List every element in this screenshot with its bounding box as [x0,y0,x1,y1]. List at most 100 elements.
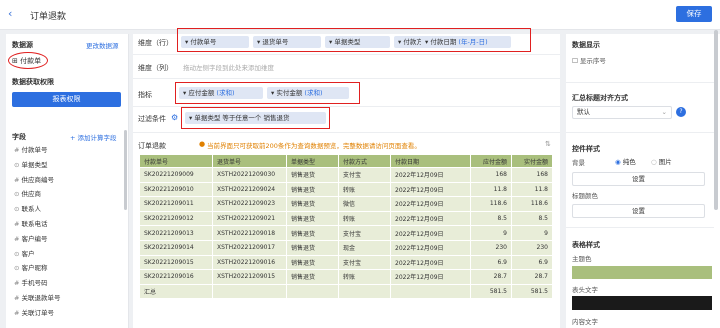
table-cell: 2022年12月09日 [390,181,471,198]
table-cell: XSTH20221209016 [212,254,287,271]
table-cell: 现金 [338,239,391,256]
help-icon[interactable]: ? [676,107,686,117]
column-header[interactable]: 退货单号 [212,154,287,168]
field-item[interactable]: ⊙ 供应商 [14,188,41,198]
align-section-title: 汇总标题对齐方式 [572,94,628,102]
divider [566,132,714,133]
column-header[interactable]: 单据类型 [286,154,339,168]
left-panel: 数据源 更改数据源 ⊞ 付款单 数据获取权限 报表权限 字段 + 添加计算字段 … [6,34,129,328]
field-item[interactable]: # 关联订单号 [14,307,54,317]
sort-icon[interactable]: ⇅ [545,140,551,148]
table-cell: 168 [511,167,553,183]
field-item[interactable]: # 客户编号 [14,233,48,243]
divider [133,132,560,133]
highlight-rect-metrics [175,82,360,104]
table-cell: 支付宝 [338,167,391,183]
table-body: SK20221209009 XSTH20221209030 销售退货 支付宝 2022年… [139,167,553,300]
header-text-color-swatch[interactable] [572,296,712,310]
field-type-icon: ⊙ [14,190,22,199]
table-cell: 2022年12月09日 [390,254,471,271]
field-type-icon: # [14,234,22,243]
table-cell: 销售退货 [286,196,339,212]
radio-image[interactable]: ○ 图片 [651,156,672,166]
table-style-title: 表格样式 [572,241,600,249]
field-item[interactable]: # 手机号码 [14,277,48,287]
total-row: 汇总 581.5 581.5 [139,283,553,300]
field-item[interactable]: ⊙ 联系人 [14,203,41,213]
table-cell: 2022年12月09日 [390,269,471,285]
column-dropzone[interactable]: 拖动左侧字段到此处来添加维度 [183,62,274,72]
add-calc-field-label: 添加计算字段 [77,134,117,142]
header-text-label: 表头文字 [572,286,598,294]
total-label: 汇总 [139,283,213,300]
divider [566,82,714,83]
radio-solid[interactable]: ◉ 纯色 [615,156,636,166]
field-type-icon: ⊙ [14,205,22,214]
report-title: 订单退款 [138,142,166,150]
field-item-label: 联系人 [21,205,42,214]
table-cell: 销售退货 [286,210,339,227]
save-button[interactable]: 保存 [676,6,712,22]
table-cell: XSTH20221209021 [212,210,287,227]
table-row: SK20221209009 XSTH20221209030 销售退货 支付宝 2022年… [139,167,553,183]
table-cell: 支付宝 [338,254,391,271]
left-scrollbar[interactable] [124,130,127,210]
table-cell: 11.8 [470,181,512,198]
field-item[interactable]: # 联系电话 [14,218,48,228]
field-item-label: 客户 [21,249,35,258]
display-section-title: 数据显示 [572,41,600,49]
column-header[interactable]: 付款日期 [390,154,471,168]
change-datasource-link[interactable]: 更改数据源 [86,40,119,50]
table-cell: 118.6 [470,196,512,212]
table-row: SK20221209015 XSTH20221209016 销售退货 支付宝 2022年… [139,254,553,271]
report-permission-button[interactable]: 报表权限 [12,92,121,107]
table-cell: 118.6 [511,196,553,212]
table-cell: 2022年12月09日 [390,210,471,227]
table-cell: XSTH20221209017 [212,239,287,256]
table-row: SK20221209013 XSTH20221209018 销售退货 支付宝 2022年… [139,225,553,241]
column-header[interactable]: 应付金额 [470,154,512,168]
field-item-label: 关联订单号 [21,308,55,317]
show-index-checkbox[interactable]: ☐ 显示序号 [572,55,606,65]
back-arrow-icon[interactable]: ‹ [8,7,12,20]
field-item[interactable]: # 关联退款单号 [14,292,61,302]
table-cell: 9 [511,225,553,241]
table-cell [212,283,287,300]
table-cell: SK20221209012 [139,210,213,227]
table-cell: 销售退货 [286,254,339,271]
divider [566,227,714,228]
field-item[interactable]: ⊙ 单据类型 [14,159,48,169]
table-row: SK20221209010 XSTH20221209024 销售退货 转账 2022年1… [139,181,553,198]
field-item[interactable]: ⊙ 客户昵称 [14,262,48,272]
gear-icon[interactable]: ⚙ [171,113,178,122]
table-cell: 2022年12月09日 [390,239,471,256]
table-cell: 销售退货 [286,167,339,183]
field-item[interactable]: # 付款单号 [14,144,48,154]
field-item-label: 联系电话 [21,220,48,228]
right-scrollbar[interactable] [714,30,718,210]
page-title: 订单退款 [30,12,67,22]
column-header[interactable]: 付款方式 [338,154,391,168]
theme-color-swatch[interactable] [572,266,712,279]
filter-row-label: 过滤条件 [138,115,166,123]
control-style-title: 控件样式 [572,145,600,153]
field-item[interactable]: # 供应商编号 [14,174,54,184]
title-color-settings-button[interactable]: 设置 [572,204,705,218]
table-cell: XSTH20221209024 [212,181,287,198]
bg-settings-button[interactable]: 设置 [572,172,705,186]
column-header[interactable]: 付款单号 [139,154,213,168]
table-cell: 转账 [338,210,391,227]
add-calc-field-link[interactable]: + 添加计算字段 [70,132,117,142]
highlight-rect-dims [177,28,531,52]
align-select[interactable]: 默认 ⌄ [572,106,672,119]
column-header[interactable]: 实付金额 [511,154,553,168]
table-cell: 销售退货 [286,181,339,198]
table-cell: 销售退货 [286,239,339,256]
highlight-rect-filter [181,107,330,129]
table-row: SK20221209014 XSTH20221209017 销售退货 现金 2022年1… [139,239,553,256]
total-value: 581.5 [470,283,512,300]
table-cell: 11.8 [511,181,553,198]
preview-note: 当前界面只可获取前200条作为查询数据预览，完整数据请访问页面查看。 [207,142,421,150]
field-item[interactable]: ⊙ 客户 [14,248,35,258]
field-type-icon: ⊙ [14,160,22,169]
